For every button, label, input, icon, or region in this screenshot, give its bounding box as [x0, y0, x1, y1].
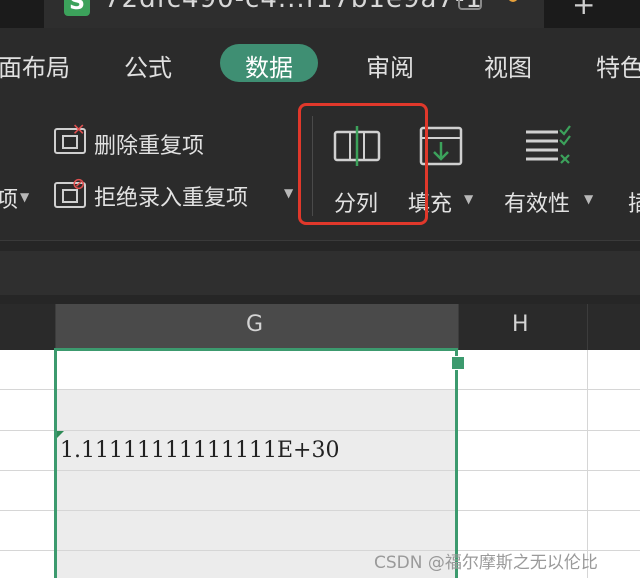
split-column-highlight — [298, 103, 428, 225]
error-indicator-icon[interactable] — [57, 431, 64, 438]
delete-x-icon: ✕ — [72, 120, 86, 139]
forbidden-icon: ⊘ — [72, 174, 86, 193]
chevron-down-icon[interactable]: ▼ — [20, 190, 29, 204]
fill-handle[interactable] — [451, 356, 465, 370]
selection-border — [455, 348, 458, 578]
selection-border — [54, 348, 458, 351]
monitor-icon[interactable] — [458, 0, 482, 10]
new-tab-button[interactable]: + — [572, 0, 595, 21]
chevron-down-icon[interactable]: ▼ — [464, 192, 473, 206]
menu-data[interactable]: 数据 — [220, 44, 318, 82]
row-gridline — [0, 389, 640, 390]
menu-formula[interactable]: 公式 — [124, 48, 172, 83]
menu-review[interactable]: 审阅 — [366, 48, 414, 83]
selection-border — [54, 348, 57, 578]
cut-off-tool-label[interactable]: 项 — [0, 182, 18, 214]
formula-input[interactable] — [0, 251, 640, 295]
validity-icon[interactable] — [524, 124, 574, 168]
formula-bar — [0, 240, 640, 305]
title-bar: S 72dfc490-c4...f17b1e9a7-1 + — [0, 0, 640, 28]
menu-page-layout[interactable]: 面布局 — [0, 48, 70, 83]
chevron-down-icon[interactable]: ▼ — [284, 186, 293, 200]
watermark-text: CSDN @福尔摩斯之无以伦比 — [374, 553, 598, 573]
unsaved-dot-icon — [508, 0, 518, 2]
row-gridline — [0, 510, 640, 511]
spreadsheet-icon: S — [64, 0, 90, 16]
row-gridline — [0, 430, 640, 431]
column-header-row: G H — [0, 304, 640, 350]
chevron-down-icon[interactable]: ▼ — [584, 192, 593, 206]
menu-view[interactable]: 视图 — [484, 48, 532, 83]
menu-bar: 面布局 公式 数据 审阅 视图 特色 — [0, 28, 640, 100]
reject-duplicates-button[interactable]: 拒绝录入重复项 — [94, 180, 248, 212]
column-separator[interactable] — [587, 304, 588, 350]
column-header-g[interactable]: G — [56, 304, 458, 350]
remove-duplicates-button[interactable]: 删除重复项 — [94, 128, 204, 160]
validity-button[interactable]: 有效性 — [504, 186, 570, 218]
menu-data-label: 数据 — [245, 54, 293, 82]
document-tab[interactable]: S 72dfc490-c4...f17b1e9a7-1 — [44, 0, 544, 28]
column-label-g: G — [246, 312, 264, 337]
sheet-grid[interactable]: 1.11111111111111E+30 CSDN @福尔摩斯之无以伦比 — [0, 348, 640, 578]
document-tab-title: 72dfc490-c4...f17b1e9a7-1 — [104, 0, 483, 14]
row-gridline — [0, 470, 640, 471]
menu-special[interactable]: 特色 — [596, 48, 640, 83]
column-gridline — [587, 350, 588, 578]
column-separator[interactable] — [458, 304, 459, 350]
cell-g-value[interactable]: 1.11111111111111E+30 — [60, 438, 339, 463]
column-label-h[interactable]: H — [512, 312, 529, 337]
insert-tool-label[interactable]: 插 — [628, 186, 640, 218]
column-separator[interactable] — [55, 304, 56, 350]
